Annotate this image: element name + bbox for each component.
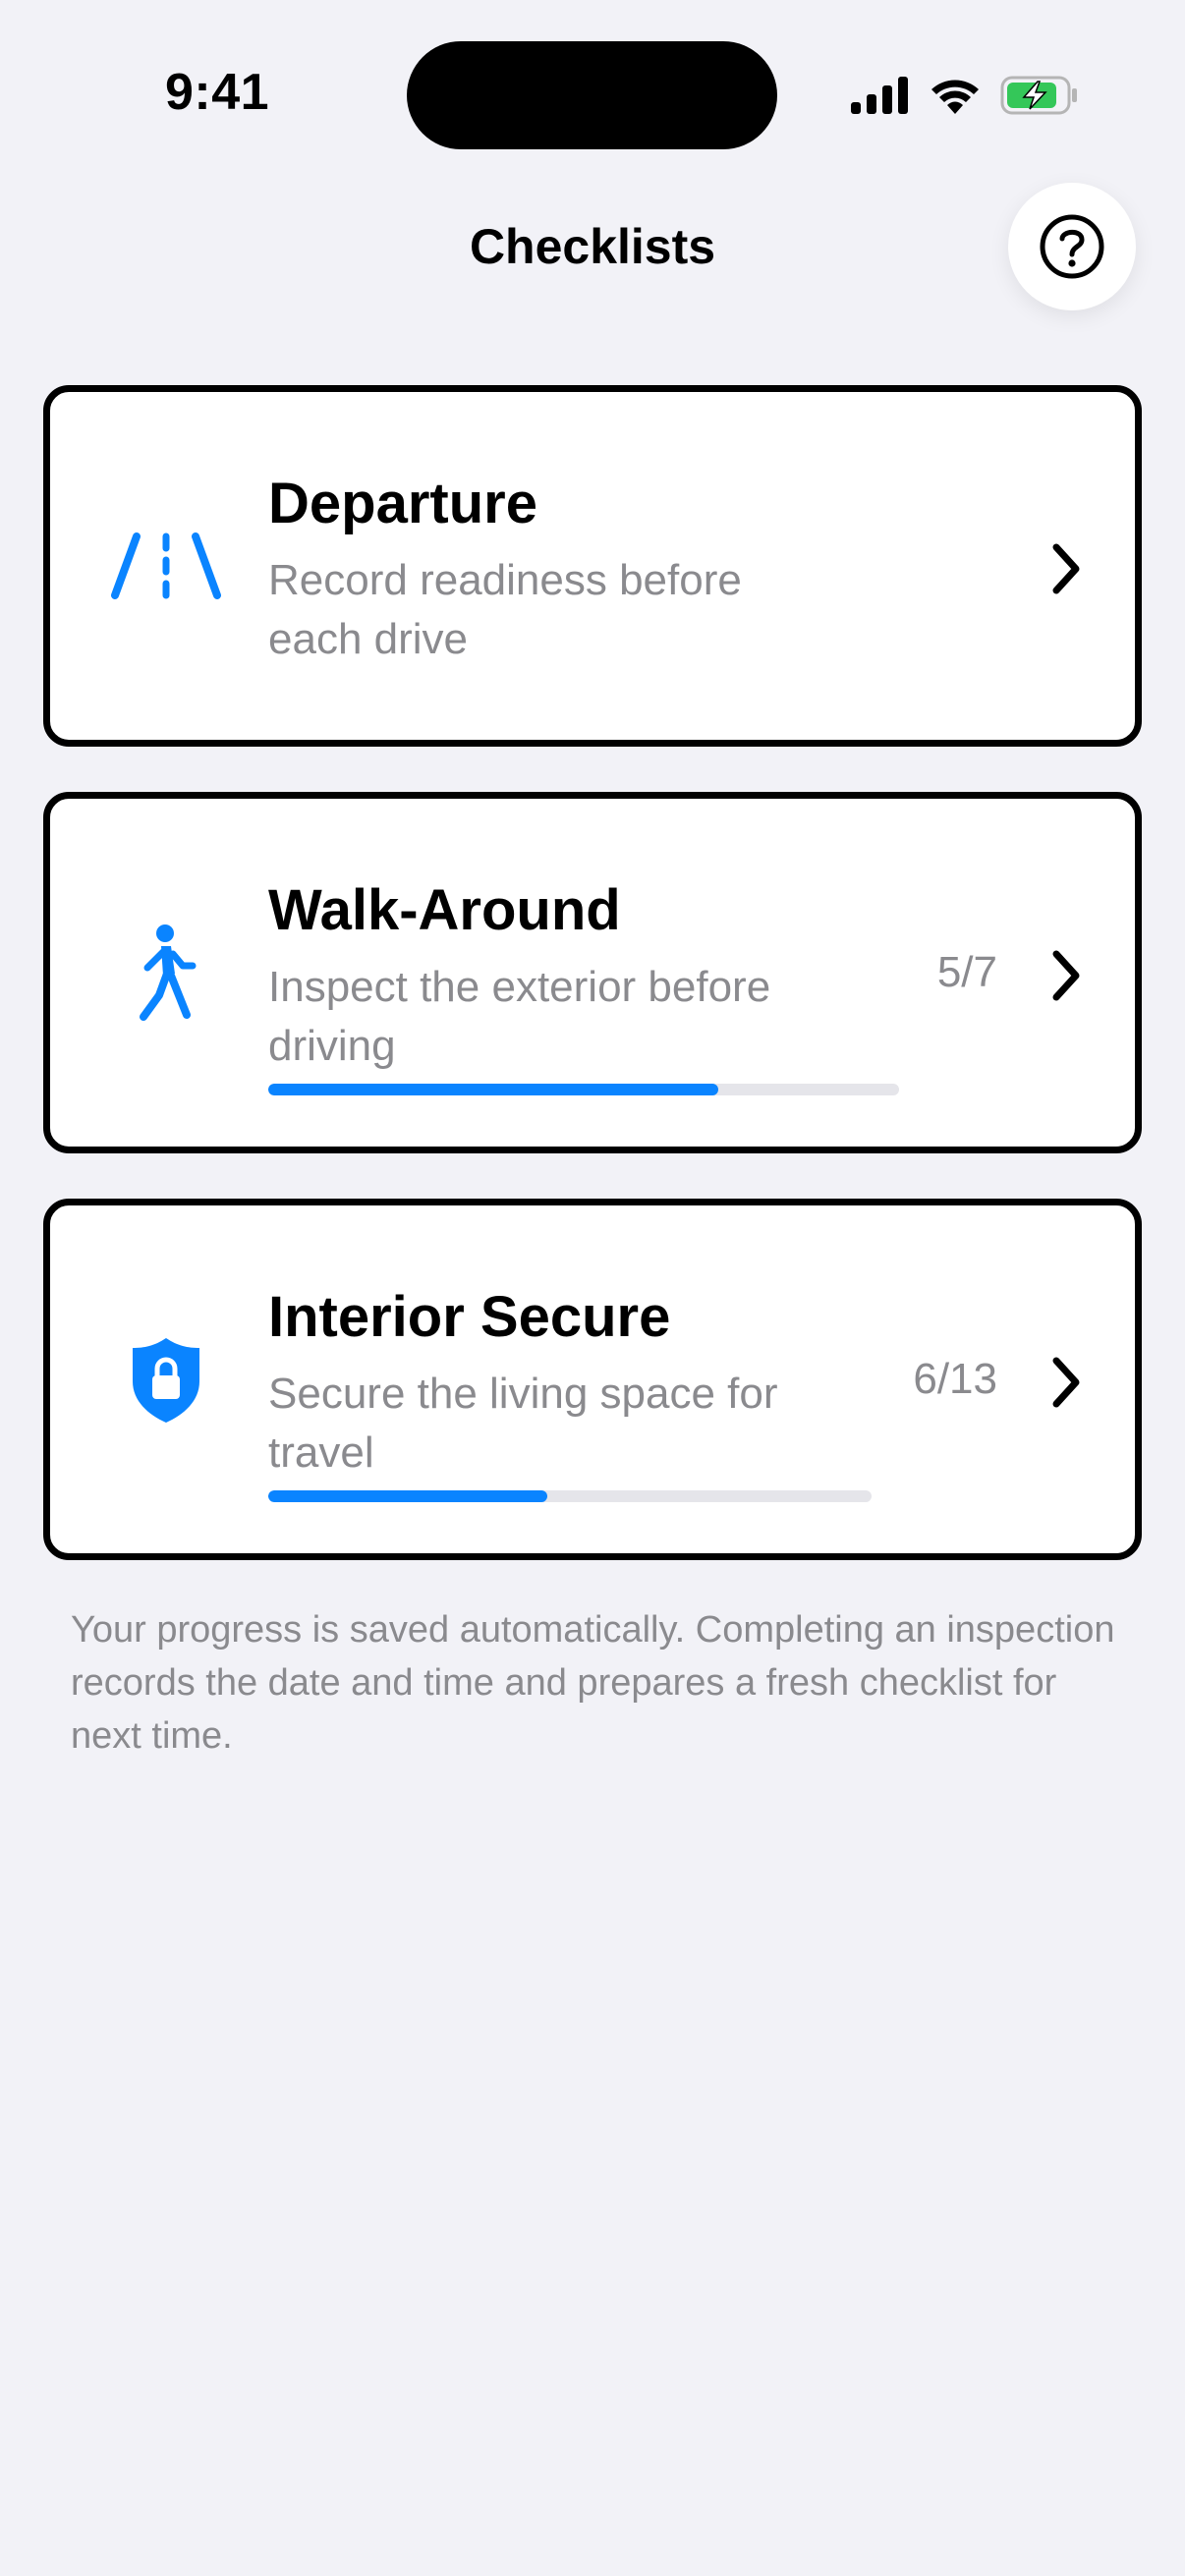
checklist-card-interior-secure[interactable]: Interior Secure Secure the living space … bbox=[43, 1199, 1142, 1560]
chevron-right-icon bbox=[1052, 543, 1080, 594]
card-title: Walk-Around bbox=[268, 878, 621, 942]
lock-shield-icon bbox=[107, 1321, 225, 1439]
chevron-right-icon bbox=[1052, 1357, 1080, 1408]
card-description: Record readiness before each drive bbox=[268, 556, 742, 663]
question-circle-icon bbox=[1040, 214, 1104, 279]
walking-person-icon bbox=[107, 915, 225, 1033]
status-bar: 9:41 bbox=[0, 0, 1185, 187]
card-description: Inspect the exterior before driving bbox=[268, 963, 771, 1070]
footer-note: Your progress is saved automatically. Co… bbox=[71, 1609, 1115, 1757]
road-icon bbox=[107, 508, 225, 626]
progress-fill bbox=[268, 1084, 719, 1095]
chevron-right-icon bbox=[1052, 950, 1080, 1001]
progress-bar bbox=[268, 1490, 872, 1502]
card-description: Secure the living space for travel bbox=[268, 1370, 778, 1477]
status-time: 9:41 bbox=[165, 64, 270, 121]
checklist-card-walk-around[interactable]: Walk-Around Inspect the exterior before … bbox=[43, 792, 1142, 1153]
card-title: Departure bbox=[268, 472, 537, 535]
status-icons bbox=[851, 71, 1079, 120]
help-button[interactable] bbox=[1008, 183, 1136, 310]
card-title: Interior Secure bbox=[268, 1285, 671, 1349]
cellular-signal-icon bbox=[851, 77, 908, 114]
dynamic-island bbox=[407, 41, 777, 149]
progress-fill bbox=[268, 1490, 547, 1502]
wifi-icon bbox=[931, 80, 979, 114]
progress-count: 6/13 bbox=[913, 1355, 997, 1403]
battery-charging-icon bbox=[1000, 76, 1077, 115]
progress-count: 5/7 bbox=[936, 948, 997, 996]
checklist-card-departure[interactable]: Departure Record readiness before each d… bbox=[43, 385, 1142, 747]
progress-bar bbox=[268, 1084, 899, 1095]
